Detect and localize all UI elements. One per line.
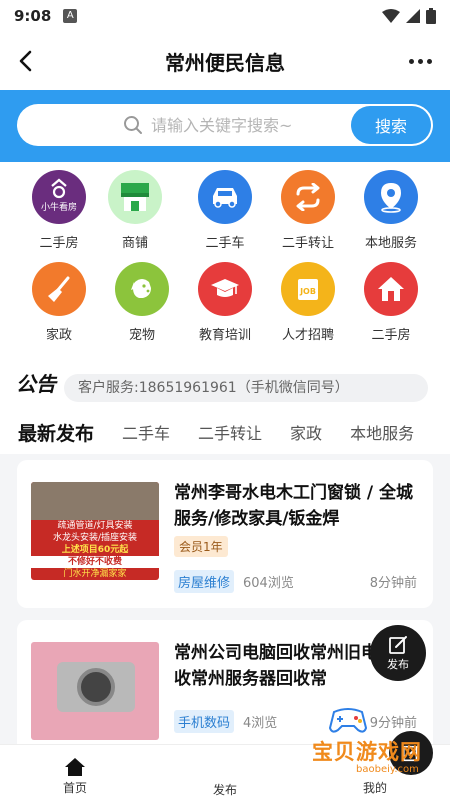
- more-button[interactable]: [402, 46, 438, 76]
- category-label: 二手房: [371, 328, 411, 343]
- search-bar: 搜索: [0, 90, 450, 162]
- nav-label: 发布: [212, 783, 237, 797]
- storefront-icon: [108, 170, 162, 224]
- more-dot-icon: [417, 58, 423, 64]
- category-used-car[interactable]: 二手车: [185, 170, 265, 251]
- category-label: 二手房: [39, 236, 79, 251]
- nav-home[interactable]: 首页: [35, 745, 115, 800]
- thumb-line: 疏通管道/灯具安装: [57, 521, 133, 531]
- category-local-service[interactable]: 本地服务: [351, 170, 431, 251]
- tab-local-service[interactable]: 本地服务: [350, 420, 414, 444]
- exchange-icon: [281, 170, 335, 224]
- tab-housekeeping[interactable]: 家政: [290, 420, 322, 444]
- category-second-hand-house-2[interactable]: 二手房: [351, 262, 431, 343]
- post-thumbnail: 疏通管道/灯具安装 水龙头安装/插座安装 上述项目60元起 不修好不收费 门水开…: [31, 482, 159, 580]
- category-education[interactable]: 教育培训: [185, 262, 265, 343]
- category-label: 商铺: [121, 236, 148, 251]
- more-dot-icon: [408, 58, 414, 64]
- post-title: 常州李哥水电木工门窗锁 / 全城服务/修改家具/钣金焊: [174, 483, 414, 529]
- post-tag: 房屋维修: [174, 570, 235, 593]
- post-thumbnail: [31, 642, 159, 740]
- edit-icon: [389, 636, 407, 654]
- post-views: 4浏览: [243, 716, 278, 731]
- home-icon: [364, 262, 418, 316]
- category-label: 本地服务: [364, 236, 417, 251]
- watermark: 宝贝游戏网 baobeiy.com: [296, 700, 446, 782]
- category-label: 二手车: [205, 236, 245, 251]
- floating-post-label: 发布: [387, 658, 409, 671]
- search-input[interactable]: [151, 110, 351, 140]
- status-icons: [382, 8, 436, 24]
- category-pet[interactable]: 宠物: [102, 262, 182, 343]
- thumb-line: 不修好不收费: [31, 556, 159, 568]
- house-app-icon: 小牛看房: [32, 170, 86, 224]
- home-icon: [65, 758, 85, 776]
- notice-logo: 公告: [16, 372, 56, 396]
- post-card[interactable]: 疏通管道/灯具安装 水龙头安装/插座安装 上述项目60元起 不修好不收费 门水开…: [17, 460, 433, 608]
- category-shop[interactable]: 商铺: [95, 170, 175, 251]
- back-button[interactable]: [10, 46, 40, 76]
- notice-text[interactable]: 客户服务:18651961961（手机微信同号）: [64, 374, 428, 402]
- notification-icon: A: [63, 9, 78, 23]
- location-pin-icon: [364, 170, 418, 224]
- page-title: 常州便民信息: [165, 50, 285, 75]
- graduation-cap-icon: [198, 262, 252, 316]
- dog-icon: [115, 262, 169, 316]
- post-tag: 手机数码: [174, 710, 235, 733]
- category-transfer[interactable]: 二手转让: [268, 170, 348, 251]
- category-tabs: 最新发布 二手车 二手转让 家政 本地服务: [0, 410, 450, 454]
- tab-latest[interactable]: 最新发布: [18, 419, 94, 446]
- svg-text:JOB: JOB: [299, 287, 316, 296]
- category-second-hand-house[interactable]: 小牛看房 二手房: [19, 170, 99, 251]
- nav-post[interactable]: 发布: [185, 731, 433, 800]
- page: 9:08 A 常州便民信息 搜索 小牛看房: [0, 0, 450, 800]
- signal-icon: [406, 9, 420, 23]
- status-bar: 9:08 A: [0, 0, 450, 32]
- category-label: 宠物: [128, 328, 155, 343]
- thumb-line: 门水开净漏家家: [63, 569, 127, 579]
- nav-icon-wrap: [35, 745, 115, 777]
- floating-post-button[interactable]: 发布: [370, 625, 426, 681]
- gamepad-icon: [328, 708, 368, 733]
- category-badge-text: 小牛看房: [41, 201, 77, 213]
- broom-icon: [32, 262, 86, 316]
- status-time: 9:08: [14, 7, 52, 25]
- category-recruitment[interactable]: JOB 人才招聘: [268, 262, 348, 343]
- battery-icon: [426, 8, 436, 24]
- car-icon: [198, 170, 252, 224]
- category-housekeeping[interactable]: 家政: [19, 262, 99, 343]
- more-dot-icon: [426, 58, 432, 64]
- nav-label: 首页: [62, 781, 87, 795]
- thumb-line: 水龙头安装/插座安装: [52, 533, 138, 543]
- thumb-line: 上述项目60元起: [61, 545, 129, 555]
- search-button[interactable]: 搜索: [351, 106, 431, 144]
- category-label: 人才招聘: [281, 328, 334, 343]
- post-time: 8分钟前: [369, 576, 417, 591]
- job-icon: JOB: [281, 262, 335, 316]
- search-box: 搜索: [17, 104, 433, 146]
- search-icon: [124, 116, 142, 134]
- category-label: 二手转让: [281, 236, 334, 251]
- category-label: 家政: [45, 328, 72, 343]
- watermark-url: baobeiy.com: [356, 764, 419, 775]
- category-label: 教育培训: [198, 328, 251, 343]
- tab-transfer[interactable]: 二手转让: [198, 420, 262, 444]
- chevron-left-icon: [19, 50, 32, 72]
- tab-used-car[interactable]: 二手车: [122, 420, 170, 444]
- post-views: 604浏览: [243, 576, 294, 591]
- wifi-icon: [382, 9, 400, 23]
- category-grid: 小牛看房 二手房 商铺 二手车 二手转让 本地服务 家政 宠物 教育培训 JOB…: [0, 162, 450, 352]
- watermark-text: 宝贝游戏网: [312, 740, 422, 764]
- notice-bar: 公告 客户服务:18651961961（手机微信同号）: [0, 352, 450, 410]
- header: 常州便民信息: [0, 32, 450, 90]
- member-badge: 会员1年: [174, 536, 228, 557]
